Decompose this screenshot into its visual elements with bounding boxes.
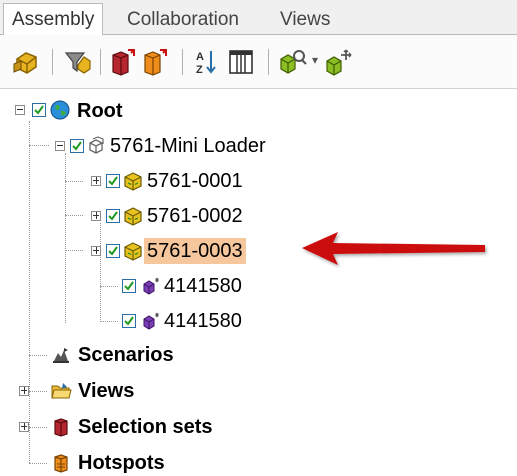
part-cube-icon (122, 205, 144, 227)
tab-views[interactable]: Views (272, 4, 338, 35)
expand-icon[interactable] (91, 246, 101, 256)
tree-guide (29, 145, 49, 146)
tab-bar: Assembly Collaboration Views (0, 0, 517, 36)
part-checkbox[interactable] (122, 279, 136, 293)
part-cube-icon (122, 170, 144, 192)
tree-item-instance[interactable]: 4141580 (164, 273, 242, 299)
tree-guide (29, 355, 47, 356)
annotation-arrow (302, 232, 485, 265)
tree-item-part[interactable]: 5761-0001 (147, 168, 243, 194)
toolbar-separator (182, 49, 183, 75)
selection-set-icon (50, 416, 72, 438)
tree-item-root[interactable]: Root (77, 98, 123, 124)
tree-guide (29, 463, 47, 464)
tree-guide (100, 321, 118, 322)
tree-guide (29, 121, 30, 463)
columns-icon[interactable] (226, 47, 256, 77)
move-icon[interactable] (324, 47, 354, 77)
filter-icon[interactable] (62, 47, 92, 77)
hotspot-icon (50, 452, 72, 474)
toolbar-separator (268, 49, 269, 75)
toolbar-separator (52, 49, 53, 75)
toolbar: AZ ▾ (0, 35, 517, 89)
tree-item-part-selected[interactable]: 5761-0003 (144, 238, 246, 264)
expand-icon[interactable] (19, 422, 29, 432)
tab-collaboration[interactable]: Collaboration (119, 4, 247, 35)
tree-item-part[interactable]: 5761-0002 (147, 203, 243, 229)
assembly-checkbox[interactable] (70, 139, 84, 153)
tree-item-hotspots[interactable]: Hotspots (78, 450, 165, 476)
part-cube-icon (122, 240, 144, 262)
expand-red-icon[interactable] (108, 47, 138, 77)
expand-orange-icon[interactable] (140, 47, 170, 77)
toolbar-separator (100, 49, 101, 75)
expand-icon[interactable] (19, 386, 29, 396)
tree-guide (100, 286, 118, 287)
find-dropdown-icon[interactable]: ▾ (312, 53, 318, 67)
tree-guide (65, 250, 83, 251)
part-checkbox[interactable] (106, 244, 120, 258)
tab-assembly[interactable]: Assembly (3, 3, 104, 36)
tree-guide (100, 223, 101, 322)
tree-item-instance[interactable]: 4141580 (164, 308, 242, 334)
instance-part-icon (140, 310, 162, 332)
find-icon[interactable] (278, 47, 308, 77)
tree-guide (29, 427, 47, 428)
instance-part-icon (140, 275, 162, 297)
tree-guide (65, 181, 83, 182)
part-checkbox[interactable] (106, 209, 120, 223)
tree-item-views[interactable]: Views (78, 378, 134, 404)
group-icon[interactable] (12, 47, 42, 77)
collapse-icon[interactable] (55, 141, 65, 151)
tree-item-selection-sets[interactable]: Selection sets (78, 414, 213, 440)
tree-guide (65, 153, 66, 323)
root-checkbox[interactable] (32, 103, 46, 117)
collapse-icon[interactable] (15, 105, 25, 115)
tree-guide (29, 391, 47, 392)
sort-az-icon[interactable]: AZ (190, 47, 220, 77)
part-checkbox[interactable] (106, 174, 120, 188)
expand-icon[interactable] (91, 176, 101, 186)
folder-icon (50, 380, 72, 402)
svg-text:Z: Z (196, 64, 203, 76)
tree-guide (65, 215, 83, 216)
part-checkbox[interactable] (122, 314, 136, 328)
tree-item-mini-loader[interactable]: 5761-Mini Loader (110, 133, 266, 159)
assembly-tree: Root 5761-Mini Loader 5761-0001 5761-000… (0, 89, 517, 476)
globe-icon (49, 99, 71, 121)
assembly-panel: Assembly Collaboration Views AZ ▾ Root 5… (0, 0, 517, 476)
assembly-icon (86, 135, 108, 157)
scenarios-icon (50, 344, 72, 366)
tree-item-scenarios[interactable]: Scenarios (78, 342, 174, 368)
expand-icon[interactable] (91, 211, 101, 221)
svg-text:A: A (196, 51, 204, 63)
